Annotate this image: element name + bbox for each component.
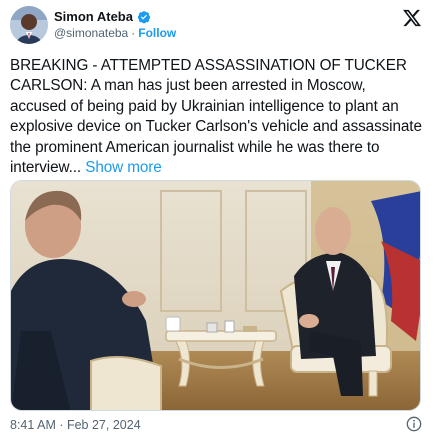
tweet-body: BREAKING - ATTEMPTED ASSASSINATION OF TU… xyxy=(10,57,422,177)
author-display-name[interactable]: Simon Ateba xyxy=(54,9,133,24)
avatar-image xyxy=(10,6,48,44)
show-more-link[interactable]: Show more xyxy=(85,159,162,176)
author-name-row: Simon Ateba xyxy=(54,9,151,24)
author-handle-row: @simonateba · Follow xyxy=(54,26,176,40)
author-handle[interactable]: @simonateba xyxy=(54,26,128,40)
author-avatar[interactable] xyxy=(10,6,48,44)
tweet-text: BREAKING - ATTEMPTED ASSASSINATION OF TU… xyxy=(10,56,422,178)
info-icon[interactable] xyxy=(406,416,422,432)
handle-separator: · xyxy=(131,26,136,40)
verified-badge-icon xyxy=(137,10,151,24)
tweet-media-photo[interactable] xyxy=(10,180,421,411)
tweet-timestamp[interactable]: 8:41 AM · Feb 27, 2024 xyxy=(10,418,141,432)
interview-photo xyxy=(11,181,420,410)
x-logo-icon[interactable] xyxy=(402,8,422,28)
tweet-card: Simon Ateba @simonateba · Follow BREAKIN… xyxy=(0,0,434,440)
follow-button[interactable]: Follow xyxy=(138,26,176,40)
